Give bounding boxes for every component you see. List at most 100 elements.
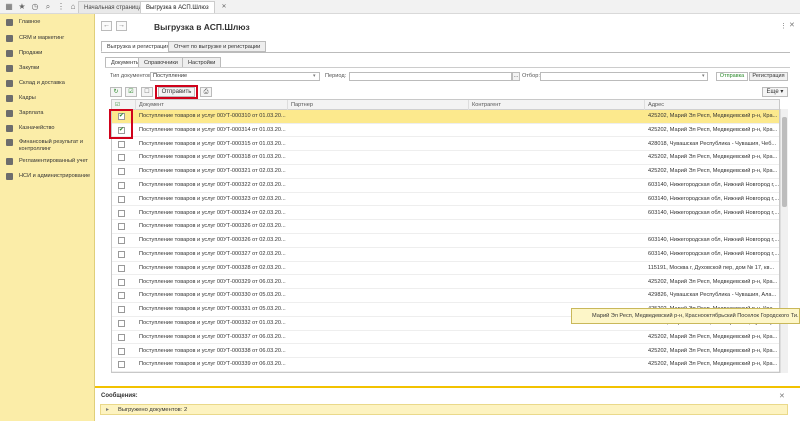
cell-document[interactable]: Поступление товаров и услуг 00УТ-000322 … bbox=[136, 179, 288, 192]
cell-document[interactable]: Поступление товаров и услуг 00УТ-000329 … bbox=[136, 276, 288, 289]
dropdown-icon[interactable]: ▾ bbox=[313, 73, 316, 79]
cell-address[interactable]: 425202, Марий Эл Респ, Медведевский р-н,… bbox=[645, 358, 779, 371]
cell-address[interactable]: 425202, Марий Эл Респ, Медведевский р-н,… bbox=[645, 331, 779, 344]
header-counterparty[interactable]: Контрагент bbox=[469, 100, 645, 110]
period-field[interactable] bbox=[349, 72, 512, 81]
table-row[interactable]: Поступление товаров и услуг 00УТ-000326 … bbox=[112, 234, 779, 248]
table-row[interactable]: Поступление товаров и услуг 00УТ-000329 … bbox=[112, 276, 779, 290]
row-checkbox[interactable] bbox=[118, 140, 125, 148]
clear-selection-button[interactable]: ☐ bbox=[141, 87, 153, 97]
register-mode-button[interactable]: Регистрация bbox=[749, 72, 788, 81]
cell-document[interactable]: Поступление товаров и услуг 00УТ-000330 … bbox=[136, 289, 288, 302]
history-icon[interactable]: ◷ bbox=[30, 2, 40, 12]
cell-document[interactable]: Поступление товаров и услуг 00УТ-000323 … bbox=[136, 193, 288, 206]
cell-document[interactable]: Поступление товаров и услуг 00УТ-000328 … bbox=[136, 262, 288, 275]
cell-document[interactable]: Поступление товаров и услуг 00УТ-000338 … bbox=[136, 345, 288, 358]
table-row[interactable]: Поступление товаров и услуг 00УТ-000328 … bbox=[112, 262, 779, 276]
cell-address[interactable]: 603140, Нижегородская обл, Нижний Новгор… bbox=[645, 207, 779, 220]
cell-document[interactable]: Поступление товаров и услуг 00УТ-000318 … bbox=[136, 151, 288, 164]
row-checkbox[interactable] bbox=[118, 264, 125, 272]
filter-dropdown-icon[interactable]: ▾ bbox=[702, 73, 705, 79]
table-row[interactable]: Поступление товаров и услуг 00УТ-000343 … bbox=[112, 372, 780, 373]
table-scrollbar[interactable] bbox=[780, 109, 788, 373]
cell-document[interactable]: Поступление товаров и услуг 00УТ-000337 … bbox=[136, 331, 288, 344]
row-checkbox[interactable] bbox=[118, 154, 125, 162]
refresh-button[interactable]: ↻ bbox=[110, 87, 122, 97]
tab-asp-gateway-export[interactable]: Выгрузка в АСП.Шлюз bbox=[140, 1, 215, 13]
row-checkbox[interactable] bbox=[118, 306, 125, 314]
cell-address[interactable]: 429826, Чувашская Республика - Чувашия, … bbox=[645, 289, 779, 302]
row-checkbox[interactable] bbox=[118, 251, 125, 258]
cell-address[interactable]: 603140, Нижегородская обл, Нижний Новгор… bbox=[645, 193, 779, 206]
cell-address[interactable]: 425202, Марий Эл Респ, Медведевский р-н,… bbox=[645, 151, 779, 164]
cell-document[interactable]: Поступление товаров и услуг 00УТ-000332 … bbox=[136, 317, 288, 330]
cell-document[interactable]: Поступление товаров и услуг 00УТ-000310 … bbox=[136, 110, 288, 123]
favorites-star-icon[interactable]: ★ bbox=[17, 2, 27, 12]
cell-address[interactable]: 425202, Марий Эл Респ, Медведевский р-н,… bbox=[645, 345, 779, 358]
row-checkbox[interactable] bbox=[118, 292, 125, 300]
cell-document[interactable]: Поступление товаров и услуг 00УТ-000331 … bbox=[136, 303, 288, 316]
tab-export-report[interactable]: Отчет по выгрузке и регистрации bbox=[168, 41, 267, 52]
tab-home[interactable]: Начальная страница bbox=[78, 1, 149, 13]
header-partner[interactable]: Партнер bbox=[288, 100, 469, 110]
close-icon[interactable]: ✕ bbox=[789, 21, 795, 29]
form-more-icon[interactable]: ⋮ bbox=[780, 22, 787, 30]
period-select-button[interactable]: … bbox=[512, 72, 520, 81]
messages-close-icon[interactable]: ✕ bbox=[779, 392, 785, 400]
cell-address[interactable]: 425202, Марий Эл Респ, Медведевский р-н,… bbox=[645, 165, 779, 178]
cell-address[interactable] bbox=[645, 220, 779, 233]
select-all-button[interactable]: ☑ bbox=[125, 87, 137, 97]
cell-address[interactable]: 603140, Нижегородская обл, Нижний Новгор… bbox=[645, 234, 779, 247]
table-row[interactable]: ✔ Поступление товаров и услуг 00УТ-000310… bbox=[112, 110, 779, 124]
cell-document[interactable]: Поступление товаров и услуг 00УТ-000314 … bbox=[136, 124, 288, 137]
cell-address[interactable]: 425202, Марий Эл Респ, Медведевский р-н,… bbox=[645, 276, 779, 289]
cell-document[interactable]: Поступление товаров и услуг 00УТ-000326 … bbox=[136, 234, 288, 247]
cell-document[interactable]: Поступление товаров и услуг 00УТ-000327 … bbox=[136, 248, 288, 261]
header-document[interactable]: Документ bbox=[136, 100, 288, 110]
row-checkbox[interactable] bbox=[118, 320, 125, 327]
cell-address[interactable]: 603140, Нижегородская обл, Нижний Новгор… bbox=[645, 248, 779, 261]
cell-document[interactable]: Поступление товаров и услуг 00УТ-000324 … bbox=[136, 207, 288, 220]
table-row[interactable]: Поступление товаров и услуг 00УТ-000315 … bbox=[112, 138, 779, 152]
table-row[interactable]: Поступление товаров и услуг 00УТ-000337 … bbox=[112, 331, 779, 345]
table-row[interactable]: ✔ Поступление товаров и услуг 00УТ-000314… bbox=[112, 124, 779, 138]
cell-address[interactable]: 603140, Нижегородская обл, Нижний Новгор… bbox=[645, 179, 779, 192]
cell-address[interactable]: 425202, Марий Эл Респ, Медведевский р-н,… bbox=[645, 124, 779, 137]
tab-export-registration[interactable]: Выгрузка и регистрация bbox=[101, 41, 176, 52]
row-checkbox[interactable] bbox=[118, 278, 125, 286]
row-checkbox[interactable] bbox=[118, 209, 125, 217]
row-checkbox[interactable] bbox=[118, 333, 125, 341]
row-checkbox[interactable] bbox=[118, 347, 125, 355]
cell-document[interactable]: Поступление товаров и услуг 00УТ-000315 … bbox=[136, 138, 288, 151]
table-row[interactable]: Поступление товаров и услуг 00УТ-000324 … bbox=[112, 207, 779, 221]
table-row[interactable]: Поступление товаров и услуг 00УТ-000330 … bbox=[112, 289, 779, 303]
row-checkbox[interactable] bbox=[118, 182, 125, 189]
cell-address[interactable]: 424006, Марий Эл Респ, Йошкар-Ола г, Йыв… bbox=[645, 372, 779, 373]
table-row[interactable]: Поступление товаров и услуг 00УТ-000321 … bbox=[112, 165, 779, 179]
table-row[interactable]: Поступление товаров и услуг 00УТ-000318 … bbox=[112, 151, 779, 165]
table-row[interactable]: Поступление товаров и услуг 00УТ-000327 … bbox=[112, 248, 779, 262]
table-row[interactable]: Поступление товаров и услуг 00УТ-000322 … bbox=[112, 179, 779, 193]
more-icon[interactable]: ⋮ bbox=[56, 2, 66, 12]
back-button[interactable]: ← bbox=[101, 21, 112, 31]
cell-document[interactable]: Поступление товаров и услуг 00УТ-000326 … bbox=[136, 220, 288, 233]
row-checkbox[interactable] bbox=[118, 195, 125, 203]
send-mode-button[interactable]: Отправка bbox=[716, 72, 748, 81]
table-row[interactable]: Поступление товаров и услуг 00УТ-000323 … bbox=[112, 193, 779, 207]
search-icon[interactable]: ⌕ bbox=[43, 2, 53, 12]
cell-address[interactable]: 425202, Марий Эл Респ, Медведевский р-н,… bbox=[645, 110, 779, 123]
row-checkbox[interactable] bbox=[118, 168, 125, 176]
table-row[interactable]: Поступление товаров и услуг 00УТ-000338 … bbox=[112, 345, 779, 359]
cell-address[interactable]: 428018, Чувашская Республика - Чувашия, … bbox=[645, 138, 779, 151]
table-row[interactable]: Поступление товаров и услуг 00УТ-000339 … bbox=[112, 358, 779, 372]
cell-address[interactable]: 115191, Москва г, Духовской пер, дом № 1… bbox=[645, 262, 779, 275]
table-row[interactable]: Поступление товаров и услуг 00УТ-000326 … bbox=[112, 220, 779, 234]
print-button[interactable]: ⎙ bbox=[200, 87, 212, 97]
forward-button[interactable]: → bbox=[116, 21, 127, 31]
header-address[interactable]: Адрес bbox=[645, 100, 779, 110]
more-actions-button[interactable]: Еще ▾ bbox=[762, 87, 788, 97]
row-checkbox[interactable] bbox=[118, 237, 125, 245]
close-tab-icon[interactable]: ✕ bbox=[219, 2, 229, 12]
filter-field[interactable] bbox=[540, 72, 708, 81]
doc-type-field[interactable]: Поступление bbox=[150, 72, 320, 81]
